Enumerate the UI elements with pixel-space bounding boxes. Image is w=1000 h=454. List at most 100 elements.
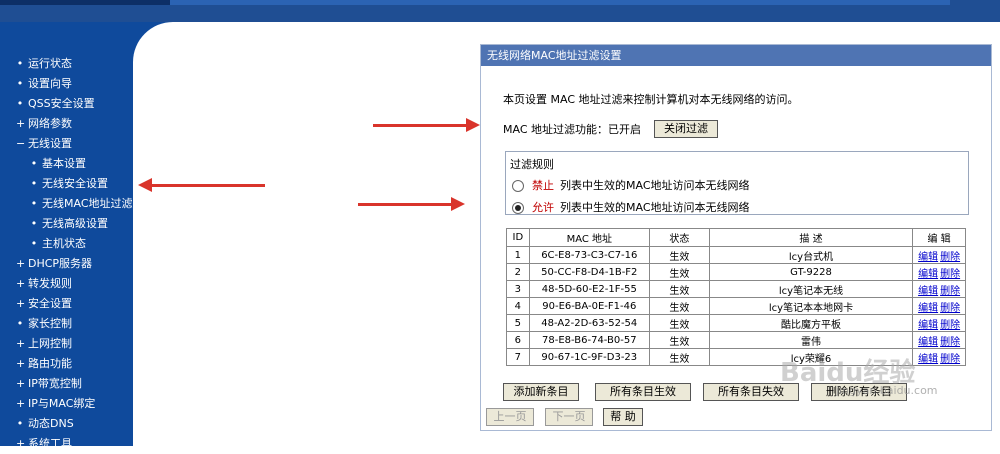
enable-all-button[interactable]: 所有条目生效 [595, 383, 691, 401]
sidebar-item[interactable]: + 路由功能 [0, 354, 133, 374]
collapse-icon: − [16, 137, 26, 150]
sidebar-item[interactable]: − 无线设置 [0, 134, 133, 154]
delete-link[interactable]: 删除 [940, 337, 960, 348]
sidebar-item[interactable]: + 系统工具 [0, 434, 133, 454]
sidebar-item[interactable]: + IP与MAC绑定 [0, 394, 133, 414]
edit-link[interactable]: 编辑 [918, 303, 938, 314]
sidebar-item-label: IP与MAC绑定 [28, 397, 96, 410]
allow-radio[interactable] [512, 202, 524, 214]
deny-text: 列表中生效的MAC地址访问本无线网络 [560, 179, 750, 192]
sidebar-item[interactable]: + DHCP服务器 [0, 254, 133, 274]
delete-link[interactable]: 删除 [940, 286, 960, 297]
bullet-icon: • [30, 197, 38, 210]
deny-radio[interactable] [512, 180, 524, 192]
sidebar-item[interactable]: + 上网控制 [0, 334, 133, 354]
sidebar-item-label: 系统工具 [28, 437, 72, 450]
table-row: 2 50-CC-F8-D4-1B-F2 生效 GT-9228 编辑 删除 [506, 263, 966, 281]
expand-icon: + [16, 357, 26, 370]
cell-id: 2 [506, 263, 530, 281]
cell-actions: 编辑 删除 [912, 246, 966, 264]
bullet-icon: • [16, 417, 24, 430]
sidebar-item-label: 转发规则 [28, 277, 72, 290]
cell-desc: GT-9228 [708, 263, 914, 281]
sidebar-item-label: 家长控制 [28, 317, 72, 330]
help-button[interactable]: 帮 助 [603, 408, 643, 426]
sidebar-item-label: 无线设置 [28, 137, 72, 150]
delete-link[interactable]: 删除 [940, 252, 960, 263]
cell-id: 4 [506, 297, 530, 315]
col-mac: MAC 地址 [528, 228, 650, 247]
cell-actions: 编辑 删除 [912, 314, 966, 332]
cell-status: 生效 [648, 263, 710, 281]
sidebar-item[interactable]: • 动态DNS [0, 414, 133, 434]
edit-link[interactable]: 编辑 [918, 337, 938, 348]
sidebar-item[interactable]: • 运行状态 [0, 54, 133, 74]
expand-icon: + [16, 437, 26, 450]
expand-icon: + [16, 117, 26, 130]
delete-link[interactable]: 删除 [940, 320, 960, 331]
sidebar-item[interactable]: + 安全设置 [0, 294, 133, 314]
cell-status: 生效 [648, 348, 710, 366]
sidebar-item[interactable]: • 设置向导 [0, 74, 133, 94]
page-description: 本页设置 MAC 地址过滤来控制计算机对本无线网络的访问。 [503, 93, 799, 106]
top-banner [0, 0, 1000, 22]
bullet-icon: • [30, 157, 38, 170]
sidebar-item[interactable]: • 家长控制 [0, 314, 133, 334]
bullet-icon: • [16, 97, 24, 110]
col-desc: 描 述 [708, 228, 914, 247]
allow-keyword: 允许 [532, 201, 554, 214]
cell-status: 生效 [648, 314, 710, 332]
cell-actions: 编辑 删除 [912, 263, 966, 281]
sidebar-item-label: 运行状态 [28, 57, 72, 70]
edit-link[interactable]: 编辑 [918, 252, 938, 263]
delete-link[interactable]: 删除 [940, 354, 960, 365]
cell-mac: 48-5D-60-E2-1F-55 [528, 280, 650, 298]
sidebar-item[interactable]: + IP带宽控制 [0, 374, 133, 394]
sidebar-item[interactable]: • 基本设置 [0, 154, 133, 174]
edit-link[interactable]: 编辑 [918, 354, 938, 365]
cell-mac: 6C-E8-73-C3-C7-16 [528, 246, 650, 264]
sidebar-item[interactable]: • 无线安全设置 [0, 174, 133, 194]
cell-id: 7 [506, 348, 530, 366]
arrow-to-allow-option [358, 197, 465, 211]
deny-option[interactable]: 禁止 列表中生效的MAC地址访问本无线网络 [512, 178, 750, 194]
cell-desc: lcy笔记本本地网卡 [708, 297, 914, 315]
delete-link[interactable]: 删除 [940, 269, 960, 280]
expand-icon: + [16, 337, 26, 350]
add-entry-button[interactable]: 添加新条目 [503, 383, 579, 401]
sidebar-item[interactable]: • QSS安全设置 [0, 94, 133, 114]
sidebar-item-label: 无线安全设置 [42, 177, 108, 190]
cell-mac: 50-CC-F8-D4-1B-F2 [528, 263, 650, 281]
cell-id: 6 [506, 331, 530, 349]
cell-mac: 90-E6-BA-0E-F1-46 [528, 297, 650, 315]
expand-icon: + [16, 277, 26, 290]
bullet-icon: • [30, 217, 38, 230]
table-row: 6 78-E8-B6-74-B0-57 生效 雷伟 编辑 删除 [506, 331, 966, 349]
sidebar-item-label: 路由功能 [28, 357, 72, 370]
arrow-to-menu-item [138, 178, 265, 192]
bullet-icon: • [30, 177, 38, 190]
sidebar-item[interactable]: + 转发规则 [0, 274, 133, 294]
next-page-button[interactable]: 下一页 [545, 408, 593, 426]
disable-filter-button[interactable]: 关闭过滤 [654, 120, 718, 138]
edit-link[interactable]: 编辑 [918, 286, 938, 297]
sidebar-item-label: 无线MAC地址过滤 [42, 197, 133, 210]
sidebar-item[interactable]: + 网络参数 [0, 114, 133, 134]
sidebar-item[interactable]: • 无线MAC地址过滤 [0, 194, 133, 214]
cell-id: 3 [506, 280, 530, 298]
allow-option[interactable]: 允许 列表中生效的MAC地址访问本无线网络 [512, 200, 750, 216]
edit-link[interactable]: 编辑 [918, 320, 938, 331]
sidebar-menu: • 运行状态 • 设置向导 • QSS安全设置 + 网络参数 − 无线设置 • 基本设置 • 无线安全设置… [0, 54, 133, 454]
col-edit: 编 辑 [912, 228, 966, 247]
edit-link[interactable]: 编辑 [918, 269, 938, 280]
delete-link[interactable]: 删除 [940, 303, 960, 314]
bullet-icon: • [16, 317, 24, 330]
sidebar-item[interactable]: • 主机状态 [0, 234, 133, 254]
content-corner [133, 22, 193, 62]
sidebar-item-label: QSS安全设置 [28, 97, 95, 110]
sidebar-item[interactable]: • 无线高级设置 [0, 214, 133, 234]
allow-text: 列表中生效的MAC地址访问本无线网络 [560, 201, 750, 214]
watermark-url: jingyan.baidu.com [836, 384, 938, 397]
prev-page-button[interactable]: 上一页 [486, 408, 534, 426]
cell-status: 生效 [648, 280, 710, 298]
